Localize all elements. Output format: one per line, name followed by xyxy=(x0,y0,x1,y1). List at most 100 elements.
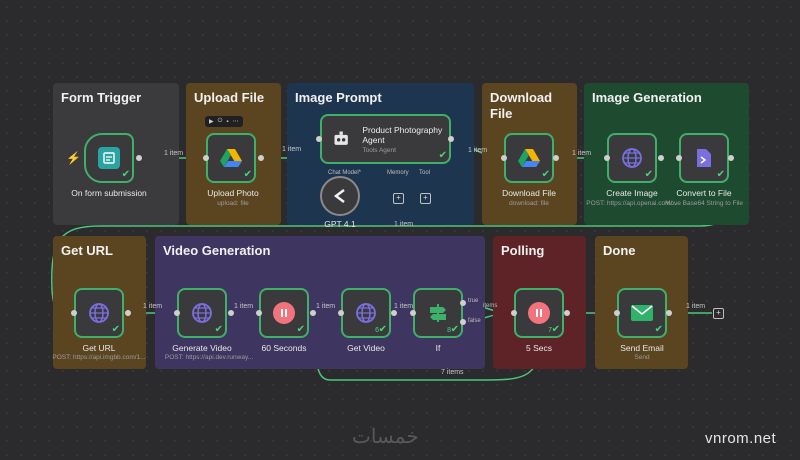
google-drive-icon xyxy=(518,149,540,167)
agent-subtitle: Tools Agent xyxy=(362,146,396,154)
convert-to-file-node[interactable]: ✔ xyxy=(679,133,729,183)
node-subtitle: upload: file xyxy=(217,200,249,207)
false-branch-label: false xyxy=(468,318,481,324)
success-check-icon: ✔ xyxy=(716,169,725,180)
success-check-icon: ✔ xyxy=(378,324,387,335)
form-trigger-node[interactable]: ✔ xyxy=(84,133,134,183)
download-file-node[interactable]: ✔ xyxy=(504,133,554,183)
input-handle[interactable] xyxy=(203,155,209,161)
output-handle[interactable] xyxy=(125,310,131,316)
node-label: Download File xyxy=(502,188,556,198)
google-drive-icon xyxy=(220,149,242,167)
group-title: Download File xyxy=(490,90,553,121)
agent-title: Product Photography Agent xyxy=(362,124,443,145)
wait-60-seconds-node[interactable]: ✔ xyxy=(259,288,309,338)
get-url-node[interactable]: ✔ xyxy=(74,288,124,338)
output-handle[interactable] xyxy=(448,136,454,142)
success-check-icon: ✔ xyxy=(450,324,459,335)
connection-label: 1 item xyxy=(686,303,706,310)
input-handle[interactable] xyxy=(501,155,507,161)
send-email-node[interactable]: ✔ xyxy=(617,288,667,338)
node-subtitle: Move Base64 String to File xyxy=(664,200,744,207)
node-label: Send Email xyxy=(620,343,664,353)
group-title: Image Prompt xyxy=(295,90,382,105)
input-handle[interactable] xyxy=(71,310,77,316)
file-convert-icon xyxy=(697,149,711,167)
email-icon xyxy=(631,305,653,321)
product-photography-agent-node[interactable]: Product Photography Agent Tools Agent ✔ xyxy=(320,114,451,164)
output-handle[interactable] xyxy=(564,310,570,316)
output-handle[interactable] xyxy=(258,155,264,161)
power-icon[interactable]: ⏻ xyxy=(218,118,223,125)
globe-icon xyxy=(191,302,213,324)
add-tool-button[interactable]: + xyxy=(420,193,431,204)
connection-label: 7 items xyxy=(441,369,464,376)
trash-icon[interactable]: ▪ xyxy=(226,119,228,125)
robot-icon xyxy=(334,131,348,145)
input-handle[interactable] xyxy=(614,310,620,316)
node-label: Upload Photo xyxy=(207,188,259,198)
lightning-icon: ⚡ xyxy=(66,151,81,165)
input-handle[interactable] xyxy=(676,155,682,161)
connection-label: 1 item xyxy=(316,303,336,310)
add-node-button[interactable]: + xyxy=(713,308,724,319)
group-title: Image Generation xyxy=(592,90,702,105)
group-title: Polling xyxy=(501,243,545,258)
output-handle[interactable] xyxy=(666,310,672,316)
wait-5-secs-node[interactable]: ✔ 7 xyxy=(514,288,564,338)
success-check-icon: ✔ xyxy=(644,169,653,180)
input-handle[interactable] xyxy=(410,310,416,316)
input-handle[interactable] xyxy=(316,136,322,142)
more-icon[interactable]: ⋯ xyxy=(233,118,239,125)
group-title: Done xyxy=(603,243,636,258)
connection-label: 1 item xyxy=(468,147,488,154)
workflow-canvas[interactable]: Form Trigger Upload File Image Prompt Do… xyxy=(0,0,800,460)
true-branch-label: true xyxy=(468,298,479,304)
gpt-model-node[interactable] xyxy=(320,176,360,216)
items-label: items xyxy=(483,303,498,309)
output-handle[interactable] xyxy=(658,155,664,161)
input-handle[interactable] xyxy=(604,155,610,161)
output-handle[interactable] xyxy=(553,155,559,161)
play-icon[interactable]: ▶ xyxy=(209,118,214,125)
group-title: Upload File xyxy=(194,90,265,105)
success-check-icon: ✔ xyxy=(551,324,560,335)
upload-photo-node[interactable]: ✔ xyxy=(206,133,256,183)
connection-label: 1 item xyxy=(234,303,254,310)
output-handle[interactable] xyxy=(136,155,142,161)
connection-label: 1 item xyxy=(143,303,163,310)
generate-video-node[interactable]: ✔ xyxy=(177,288,227,338)
success-check-icon: ✔ xyxy=(214,324,223,335)
connection-label: 1 item xyxy=(164,150,184,157)
node-toolbar[interactable]: ▶ ⏻ ▪ ⋯ xyxy=(205,116,243,127)
node-subtitle: POST: https://api.dev.runway... xyxy=(164,354,254,361)
input-handle[interactable] xyxy=(511,310,517,316)
create-image-node[interactable]: ✔ xyxy=(607,133,657,183)
node-label: Convert to File xyxy=(676,188,732,198)
group-title: Video Generation xyxy=(163,243,271,258)
chat-model-label: Chat Model* xyxy=(328,170,362,176)
input-handle[interactable] xyxy=(338,310,344,316)
run-count: 7 xyxy=(548,327,552,334)
false-output-handle[interactable] xyxy=(460,319,466,325)
success-check-icon: ✔ xyxy=(438,150,447,161)
get-video-node[interactable]: ✔ 6 xyxy=(341,288,391,338)
globe-icon xyxy=(355,302,377,324)
input-handle[interactable] xyxy=(256,310,262,316)
globe-icon xyxy=(621,147,643,169)
run-count: 6 xyxy=(375,327,379,334)
node-label: 5 Secs xyxy=(526,343,552,353)
if-node[interactable]: ✔ 8 xyxy=(413,288,463,338)
memory-label: Memory xyxy=(387,170,409,176)
connection-label: 1 item xyxy=(282,146,302,153)
connection-lines xyxy=(51,141,748,381)
output-handle[interactable] xyxy=(728,155,734,161)
add-memory-button[interactable]: + xyxy=(393,193,404,204)
input-handle[interactable] xyxy=(174,310,180,316)
run-count: 8 xyxy=(447,327,451,334)
node-label: If xyxy=(435,343,441,353)
success-check-icon: ✔ xyxy=(111,324,120,335)
true-output-handle[interactable] xyxy=(460,300,466,306)
openai-icon xyxy=(333,189,345,203)
success-check-icon: ✔ xyxy=(296,324,305,335)
